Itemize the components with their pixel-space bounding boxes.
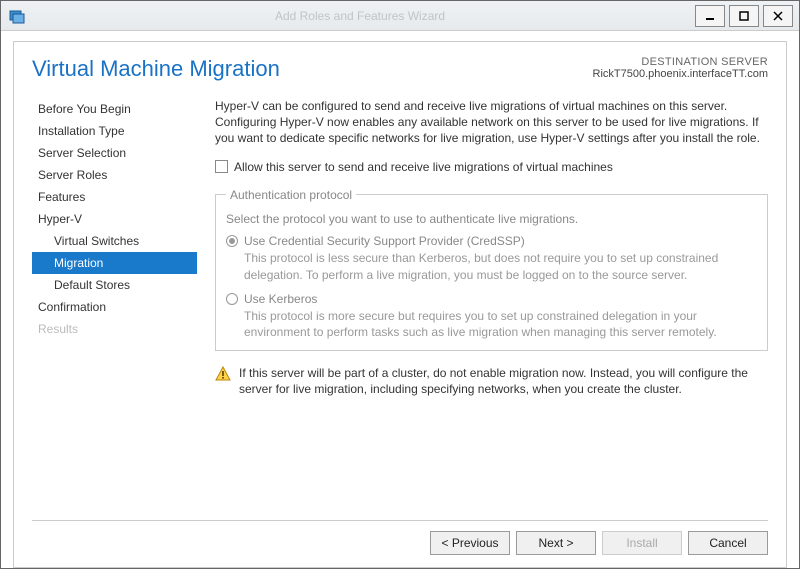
- app-icon: [7, 6, 27, 26]
- inner-frame: Virtual Machine Migration DESTINATION SE…: [13, 41, 787, 568]
- radio-credssp-sub: This protocol is less secure than Kerber…: [244, 250, 757, 282]
- radio-kerberos-title: Use Kerberos: [244, 291, 757, 307]
- radio-credssp[interactable]: Use Credential Security Support Provider…: [226, 233, 757, 283]
- wizard-window: Add Roles and Features Wizard Virtual Ma…: [0, 0, 800, 569]
- window-title: Add Roles and Features Wizard: [27, 9, 693, 23]
- authentication-protocol-group: Authentication protocol Select the proto…: [215, 187, 768, 352]
- maximize-button[interactable]: [729, 5, 759, 27]
- step-server-roles[interactable]: Server Roles: [32, 164, 197, 186]
- main-panel: Hyper-V can be configured to send and re…: [215, 98, 768, 520]
- destination-label: DESTINATION SERVER: [593, 56, 768, 68]
- step-before-you-begin[interactable]: Before You Begin: [32, 98, 197, 120]
- install-button: Install: [602, 531, 682, 555]
- radio-credssp-dot[interactable]: [226, 235, 238, 247]
- radio-kerberos-dot[interactable]: [226, 293, 238, 305]
- cluster-warning-text: If this server will be part of a cluster…: [239, 365, 768, 397]
- next-button[interactable]: Next >: [516, 531, 596, 555]
- page-description: Hyper-V can be configured to send and re…: [215, 98, 768, 147]
- cancel-button[interactable]: Cancel: [688, 531, 768, 555]
- body-row: Before You Begin Installation Type Serve…: [32, 98, 768, 520]
- allow-migrations-label: Allow this server to send and receive li…: [234, 159, 613, 175]
- cluster-warning: If this server will be part of a cluster…: [215, 365, 768, 397]
- auth-legend: Authentication protocol: [226, 187, 356, 203]
- destination-name: RickT7500.phoenix.interfaceTT.com: [593, 68, 768, 80]
- minimize-button[interactable]: [695, 5, 725, 27]
- wizard-footer: < Previous Next > Install Cancel: [32, 520, 768, 557]
- radio-credssp-body: Use Credential Security Support Provider…: [244, 233, 757, 283]
- radio-kerberos-sub: This protocol is more secure but require…: [244, 308, 757, 340]
- step-hyper-v[interactable]: Hyper-V: [32, 208, 197, 230]
- close-button[interactable]: [763, 5, 793, 27]
- allow-migrations-checkbox-row[interactable]: Allow this server to send and receive li…: [215, 159, 768, 175]
- step-confirmation[interactable]: Confirmation: [32, 296, 197, 318]
- radio-kerberos[interactable]: Use Kerberos This protocol is more secur…: [226, 291, 757, 341]
- wizard-steps-sidebar: Before You Begin Installation Type Serve…: [32, 98, 197, 520]
- step-features[interactable]: Features: [32, 186, 197, 208]
- titlebar: Add Roles and Features Wizard: [1, 1, 799, 31]
- step-server-selection[interactable]: Server Selection: [32, 142, 197, 164]
- auth-intro: Select the protocol you want to use to a…: [226, 211, 757, 227]
- step-installation-type[interactable]: Installation Type: [32, 120, 197, 142]
- step-migration[interactable]: Migration: [32, 252, 197, 274]
- page-title: Virtual Machine Migration: [32, 56, 593, 82]
- allow-migrations-checkbox[interactable]: [215, 160, 228, 173]
- radio-kerberos-body: Use Kerberos This protocol is more secur…: [244, 291, 757, 341]
- previous-button[interactable]: < Previous: [430, 531, 510, 555]
- step-results: Results: [32, 318, 197, 340]
- content-area: Virtual Machine Migration DESTINATION SE…: [1, 31, 799, 568]
- page-header: Virtual Machine Migration DESTINATION SE…: [32, 56, 768, 82]
- radio-credssp-title: Use Credential Security Support Provider…: [244, 233, 757, 249]
- destination-server-info: DESTINATION SERVER RickT7500.phoenix.int…: [593, 56, 768, 80]
- warning-icon: [215, 366, 231, 382]
- step-default-stores[interactable]: Default Stores: [32, 274, 197, 296]
- step-virtual-switches[interactable]: Virtual Switches: [32, 230, 197, 252]
